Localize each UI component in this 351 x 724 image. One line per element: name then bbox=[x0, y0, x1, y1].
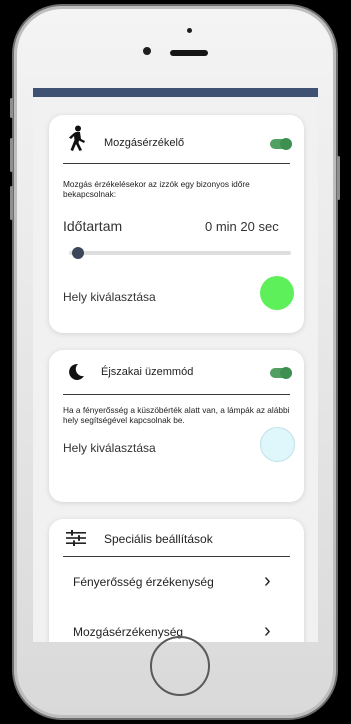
front-camera bbox=[143, 47, 151, 55]
motion-sensor-description: Mozgás érzékelésekor az izzók egy bizony… bbox=[63, 179, 250, 199]
special-settings-card: Speciális beállítások Fényerősség érzéke… bbox=[49, 519, 304, 642]
special-settings-title: Speciális beállítások bbox=[104, 532, 213, 546]
night-mode-card: Éjszakai üzemmód Ha a fényerősség a küsz… bbox=[49, 350, 304, 502]
motion-sensor-title: Mozgásérzékelő bbox=[104, 137, 185, 149]
side-button-left-1 bbox=[10, 98, 13, 118]
slider-handle[interactable] bbox=[71, 247, 84, 259]
motion-location-color-button[interactable] bbox=[260, 276, 294, 310]
night-mode-description: Ha a fényerősség a küszöbérték alatt van… bbox=[63, 405, 290, 425]
crescent-moon-icon bbox=[67, 363, 85, 381]
side-button-left-3 bbox=[10, 186, 13, 220]
night-location-label: Hely kiválasztása bbox=[63, 441, 156, 455]
setting-item-label: Mozgásérzékenység bbox=[73, 625, 184, 639]
duration-label: Időtartam bbox=[63, 218, 123, 234]
night-mode-title: Éjszakai üzemmód bbox=[101, 366, 194, 378]
setting-item-label: Fényerősség érzékenység bbox=[73, 575, 214, 589]
setting-item-brightness-sensitivity[interactable]: Fényerősség érzékenység › bbox=[49, 564, 304, 600]
toggle-knob bbox=[280, 367, 292, 379]
night-location-color-button[interactable] bbox=[260, 427, 295, 462]
walking-person-icon bbox=[67, 125, 87, 151]
sliders-icon bbox=[66, 530, 86, 546]
home-button[interactable] bbox=[150, 636, 210, 696]
app-screen: Mozgásérzékelő Mozgás érzékelésekor az i… bbox=[33, 88, 318, 642]
earpiece-speaker bbox=[170, 50, 208, 56]
duration-slider[interactable] bbox=[69, 247, 291, 259]
duration-value: 0 min 20 sec bbox=[205, 219, 279, 234]
chevron-right-icon: › bbox=[264, 620, 271, 642]
side-button-left-2 bbox=[10, 138, 13, 172]
sensor-dot bbox=[187, 28, 192, 33]
divider bbox=[63, 163, 290, 164]
motion-location-label: Hely kiválasztása bbox=[63, 290, 156, 304]
top-bar bbox=[33, 88, 318, 97]
divider bbox=[63, 556, 290, 557]
toggle-knob bbox=[280, 138, 292, 150]
motion-sensor-card: Mozgásérzékelő Mozgás érzékelésekor az i… bbox=[49, 115, 304, 333]
night-mode-toggle[interactable] bbox=[270, 367, 292, 379]
side-button-right bbox=[337, 156, 340, 200]
motion-sensor-toggle[interactable] bbox=[270, 138, 292, 150]
divider bbox=[63, 394, 290, 395]
chevron-right-icon: › bbox=[264, 570, 271, 592]
